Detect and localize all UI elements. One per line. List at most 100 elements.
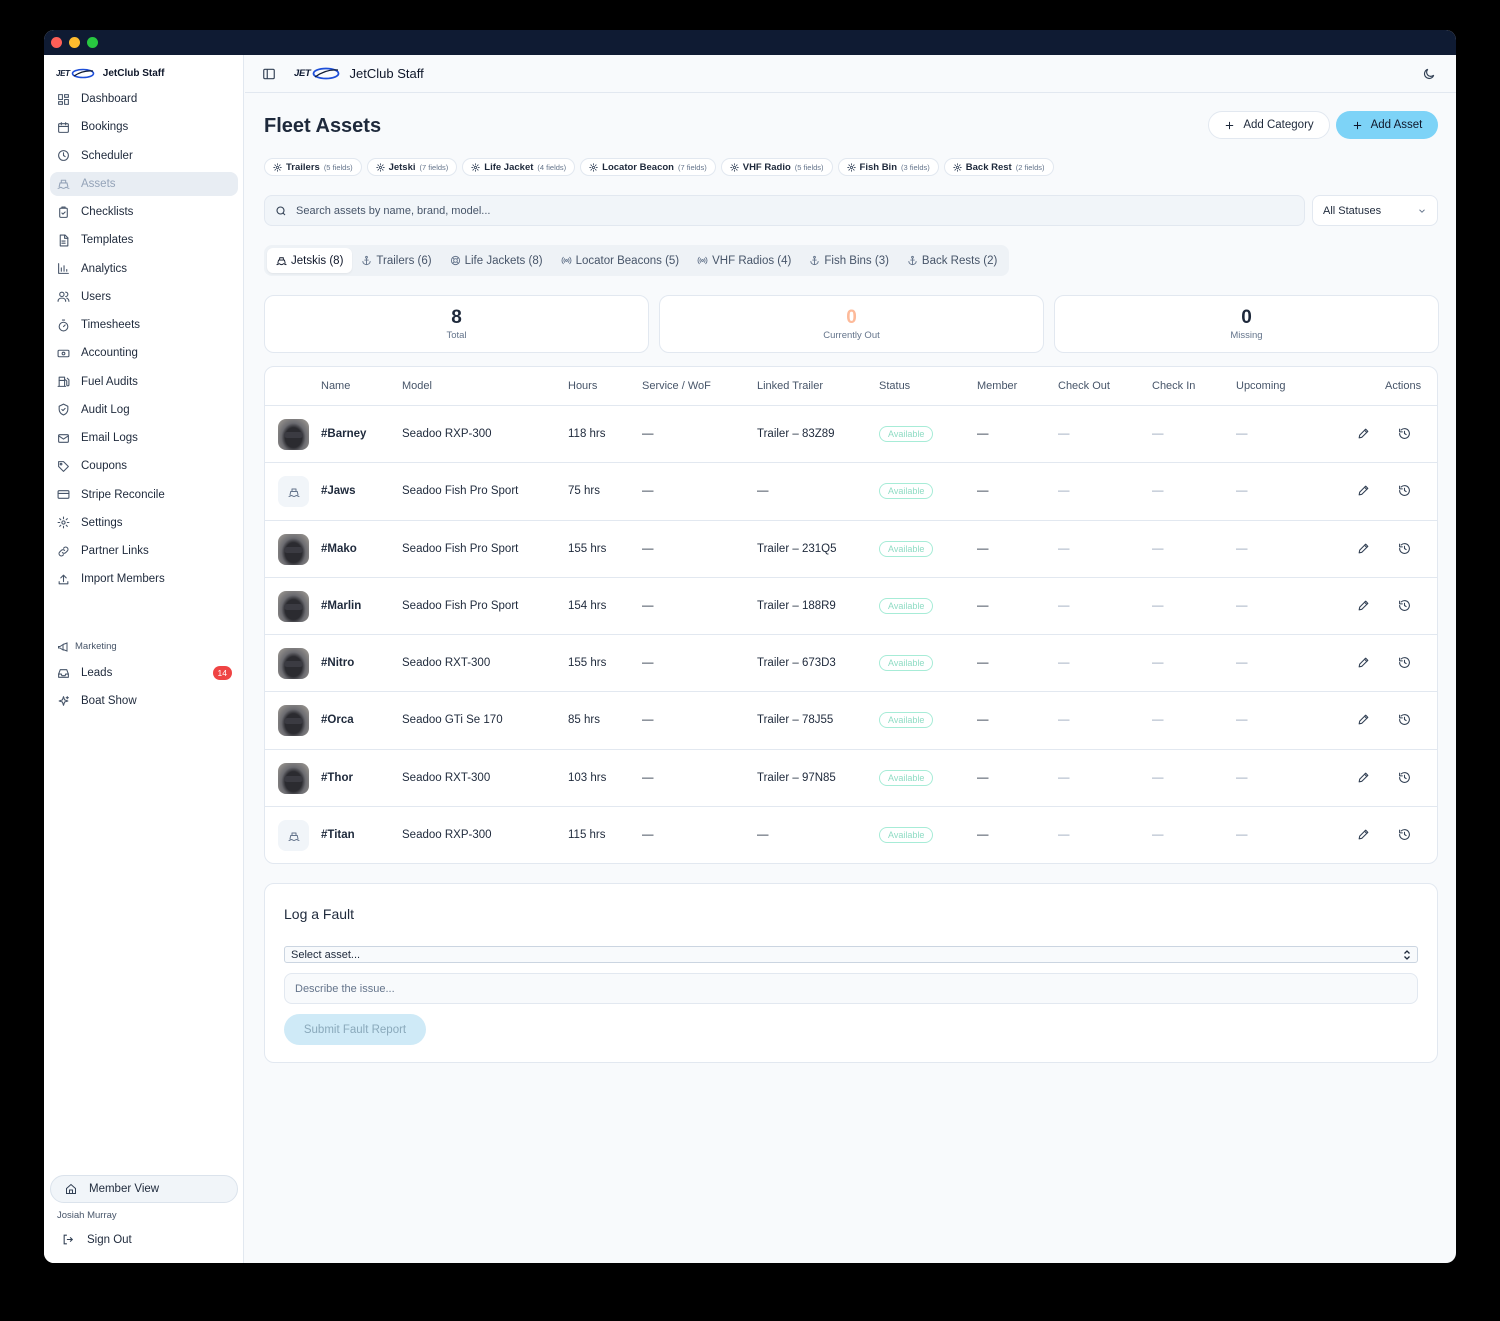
fault-description-input[interactable] bbox=[284, 973, 1418, 1004]
cell-upcoming: — bbox=[1236, 485, 1248, 498]
sidebar-item-accounting[interactable]: Accounting bbox=[50, 341, 238, 365]
sidebar-item-audit-log[interactable]: Audit Log bbox=[50, 398, 238, 422]
history-icon[interactable] bbox=[1398, 542, 1412, 556]
table-row[interactable]: #Titan Seadoo RXP-300 115 hrs — — — — — — Availab… bbox=[265, 807, 1437, 863]
history-icon[interactable] bbox=[1398, 656, 1412, 670]
sidebar-item-partner-links[interactable]: Partner Links bbox=[50, 539, 238, 563]
pencil-icon[interactable] bbox=[1357, 656, 1371, 670]
add-asset-button[interactable]: Add Asset bbox=[1336, 111, 1438, 139]
sidebar-item-checklists[interactable]: Checklists bbox=[50, 200, 238, 224]
fault-asset-select[interactable]: Select asset... bbox=[284, 946, 1418, 963]
cell-trailer: Trailer – 673D3 bbox=[757, 657, 836, 670]
sidebar-item-coupons[interactable]: Coupons bbox=[50, 454, 238, 478]
category-chip[interactable]: Back Rest (2 fields) bbox=[943, 158, 1054, 176]
member-view-button[interactable]: Member View bbox=[50, 1175, 238, 1203]
timer-icon bbox=[57, 319, 70, 332]
cell-check-out: — bbox=[1058, 829, 1070, 842]
minimize-window-button[interactable] bbox=[69, 37, 80, 48]
cell-hours: 103 hrs bbox=[568, 771, 607, 784]
history-icon[interactable] bbox=[1398, 427, 1412, 441]
maximize-window-button[interactable] bbox=[87, 37, 98, 48]
sidebar-item-email-logs[interactable]: Email Logs bbox=[50, 426, 238, 450]
sidebar-item-leads[interactable]: Leads 14 bbox=[50, 661, 238, 685]
history-icon[interactable] bbox=[1398, 484, 1412, 498]
column-member[interactable]: Member bbox=[977, 380, 1017, 392]
sidebar-item-templates[interactable]: Templates bbox=[50, 228, 238, 252]
pencil-icon[interactable] bbox=[1357, 771, 1371, 785]
status-filter-select[interactable]: All Statuses bbox=[1312, 195, 1438, 226]
history-icon[interactable] bbox=[1398, 828, 1412, 842]
tab-vhf-radios[interactable]: VHF Radios (4) bbox=[688, 248, 800, 273]
category-chip[interactable]: Trailers (5 fields) bbox=[264, 158, 362, 176]
column-hours[interactable]: Hours bbox=[568, 380, 597, 392]
close-window-button[interactable] bbox=[51, 37, 62, 48]
tab-trailers[interactable]: Trailers (6) bbox=[352, 248, 440, 273]
table-row[interactable]: #Marlin Seadoo Fish Pro Sport 154 hrs — Trai… bbox=[265, 578, 1437, 636]
pencil-icon[interactable] bbox=[1357, 828, 1371, 842]
table-row[interactable]: #Nitro Seadoo RXT-300 155 hrs — Trailer – 67… bbox=[265, 635, 1437, 693]
search-input[interactable] bbox=[296, 204, 1196, 217]
moon-icon[interactable] bbox=[1422, 67, 1436, 81]
tab-back-rests[interactable]: Back Rests (2) bbox=[898, 248, 1006, 273]
column-check-out[interactable]: Check Out bbox=[1058, 380, 1110, 392]
sidebar-toggle-icon[interactable] bbox=[262, 67, 276, 81]
category-chip[interactable]: VHF Radio (5 fields) bbox=[720, 158, 833, 176]
column-service-wof[interactable]: Service / WoF bbox=[642, 380, 711, 392]
sidebar-item-dashboard[interactable]: Dashboard bbox=[50, 87, 238, 111]
column-model[interactable]: Model bbox=[402, 380, 432, 392]
history-icon[interactable] bbox=[1398, 771, 1412, 785]
pencil-icon[interactable] bbox=[1357, 427, 1371, 441]
cell-check-out: — bbox=[1058, 771, 1070, 784]
tab-jetskis[interactable]: Jetskis (8) bbox=[267, 248, 353, 273]
sidebar-item-stripe-reconcile[interactable]: Stripe Reconcile bbox=[50, 483, 238, 507]
category-chip[interactable]: Fish Bin (3 fields) bbox=[837, 158, 939, 176]
table-row[interactable]: #Mako Seadoo Fish Pro Sport 155 hrs — Traile… bbox=[265, 521, 1437, 578]
tab-life-jackets[interactable]: Life Jackets (8) bbox=[441, 248, 552, 273]
history-icon[interactable] bbox=[1398, 713, 1412, 727]
add-category-label: Add Category bbox=[1243, 119, 1314, 131]
sidebar-item-import-members[interactable]: Import Members bbox=[50, 567, 238, 591]
category-chip[interactable]: Jetski (7 fields) bbox=[366, 158, 458, 176]
table-row[interactable]: #Orca Seadoo GTi Se 170 85 hrs — Trailer – 7… bbox=[265, 692, 1437, 750]
fuel-icon bbox=[57, 375, 70, 388]
sidebar-item-fuel-audits[interactable]: Fuel Audits bbox=[50, 370, 238, 394]
column-check-in[interactable]: Check In bbox=[1152, 380, 1195, 392]
sign-out-button[interactable]: Sign Out bbox=[62, 1233, 132, 1246]
log-fault-card: Log a Fault Select asset... Submit Fault… bbox=[264, 883, 1438, 1063]
sidebar-brand[interactable]: JET JetClub Staff bbox=[56, 66, 164, 80]
sidebar-item-bookings[interactable]: Bookings bbox=[50, 115, 238, 139]
history-icon[interactable] bbox=[1398, 599, 1412, 613]
sidebar-item-analytics[interactable]: Analytics bbox=[50, 257, 238, 281]
sidebar-item-label: Scheduler bbox=[81, 149, 133, 162]
table-row[interactable]: #Jaws Seadoo Fish Pro Sport 75 hrs — — — — — — Av… bbox=[265, 463, 1437, 521]
sidebar-item-timesheets[interactable]: Timesheets bbox=[50, 313, 238, 337]
column-upcoming[interactable]: Upcoming bbox=[1236, 380, 1286, 392]
tab-fish-bins[interactable]: Fish Bins (3) bbox=[800, 248, 898, 273]
column-actions: Actions bbox=[1385, 380, 1422, 392]
sidebar-item-scheduler[interactable]: Scheduler bbox=[50, 144, 238, 168]
add-category-button[interactable]: Add Category bbox=[1208, 111, 1330, 139]
submit-fault-report-button[interactable]: Submit Fault Report bbox=[284, 1014, 426, 1045]
asset-search[interactable] bbox=[264, 195, 1305, 226]
column-name[interactable]: Name bbox=[321, 380, 350, 392]
category-chip[interactable]: Locator Beacon (7 fields) bbox=[580, 158, 716, 176]
asset-photo bbox=[278, 533, 309, 565]
cell-model: Seadoo RXP-300 bbox=[402, 428, 492, 440]
tab-locator-beacons[interactable]: Locator Beacons (5) bbox=[552, 248, 689, 273]
pencil-icon[interactable] bbox=[1357, 713, 1371, 727]
column-status[interactable]: Status bbox=[879, 380, 910, 392]
chip-field-count: (5 fields) bbox=[794, 162, 824, 172]
table-row[interactable]: #Thor Seadoo RXT-300 103 hrs — Trailer – 97N… bbox=[265, 750, 1437, 808]
sidebar-item-settings[interactable]: Settings bbox=[50, 511, 238, 535]
category-chip[interactable]: Life Jacket (4 fields) bbox=[462, 158, 576, 176]
sidebar-item-assets[interactable]: Assets bbox=[50, 171, 238, 196]
table-row[interactable]: #Barney Seadoo RXP-300 118 hrs — Trailer – 8… bbox=[265, 406, 1437, 464]
cell-service: — bbox=[642, 542, 654, 555]
pencil-icon[interactable] bbox=[1357, 484, 1371, 498]
sidebar-item-boat-show[interactable]: Boat Show bbox=[50, 689, 238, 713]
column-linked-trailer[interactable]: Linked Trailer bbox=[757, 380, 823, 392]
jetclub-logo: JET bbox=[56, 68, 95, 79]
sidebar-item-users[interactable]: Users bbox=[50, 285, 238, 309]
pencil-icon[interactable] bbox=[1357, 542, 1371, 556]
pencil-icon[interactable] bbox=[1357, 599, 1371, 613]
